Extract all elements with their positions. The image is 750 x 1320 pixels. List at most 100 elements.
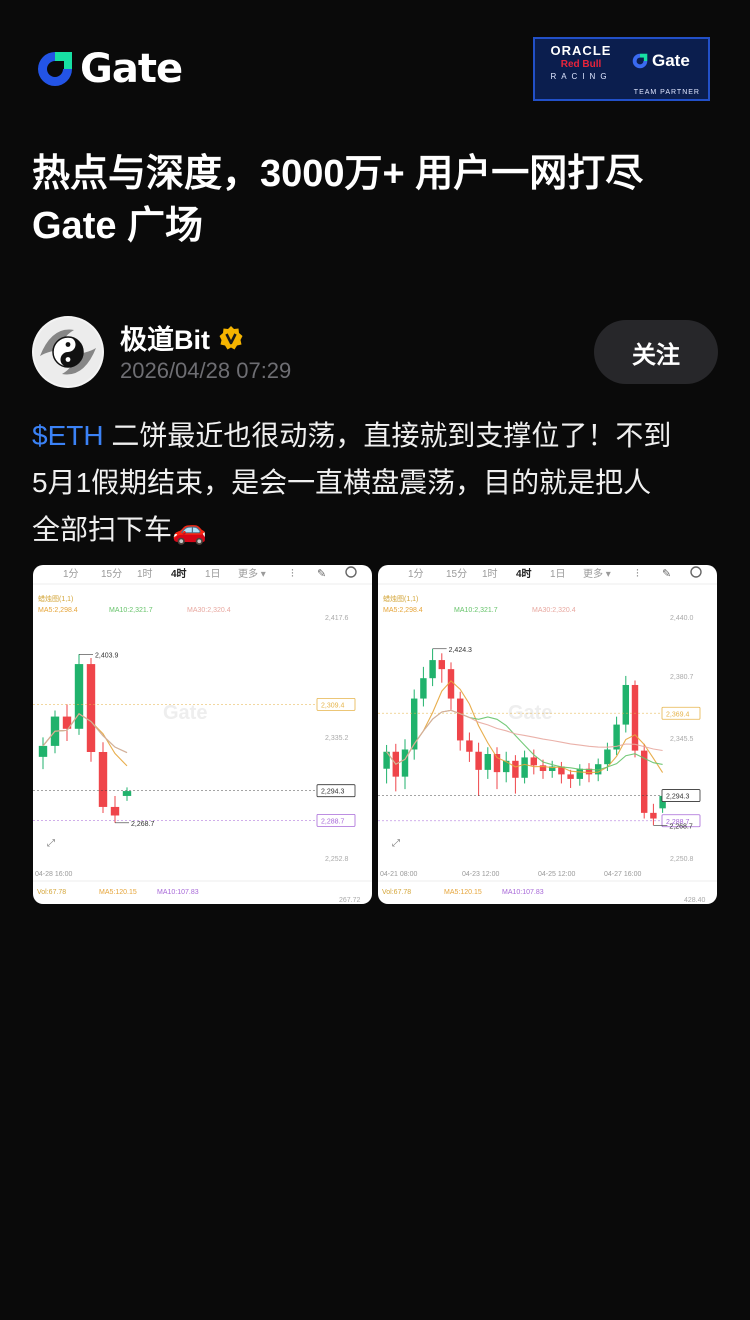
team-partner-badge: ORACLE Red Bull RACING Gate TEAM PARTNER [533, 37, 710, 101]
candle-body [38, 745, 48, 757]
post-text-line-2: 5月1假期结束，是会一直横盘震荡，目的就是把人 [32, 467, 652, 498]
candle-body [86, 664, 96, 752]
post-timestamp: 2026/04/28 07:29 [120, 358, 292, 383]
expand-icon: ⤢ [392, 838, 400, 849]
expand-icon: ⤢ [47, 838, 55, 849]
chart-tab: 15分 [101, 568, 122, 580]
chart-tab: 4时 [171, 567, 187, 580]
chart-image-2[interactable]: 1分 15分 1时 4时 1日 更多 ▾ ⫶ ✎ 蜡烛图(1,1) MA5:2,298.4 MA10… [378, 565, 717, 904]
app-header: Gate ORACLE Red Bull RACING Gate TEAM PA… [0, 0, 750, 130]
chart-tab: 更多 ▾ [583, 567, 611, 580]
gate-logo-text: Gate [80, 46, 183, 92]
low-label: 2,268.7 [669, 823, 692, 830]
car-emoji-icon: 🚗 [172, 514, 207, 545]
candle-body [604, 749, 611, 765]
candle-body [521, 757, 528, 778]
ma-label: MA30:2,320.4 [532, 607, 576, 614]
price-tag: 2,288.7 [321, 818, 344, 825]
candle-body [650, 812, 657, 819]
draw-icon: ✎ [317, 568, 326, 580]
candle-body [576, 768, 584, 779]
ma-label: MA10:2,321.7 [454, 607, 498, 614]
candle-body [475, 751, 482, 770]
x-axis-label: 04-23 12:00 [462, 871, 499, 878]
candle-body [438, 660, 446, 670]
candle-body [456, 698, 464, 741]
y-tick-label: 2,417.6 [325, 615, 348, 622]
y-tick-label: 2,440.0 [670, 615, 693, 622]
volume-max-label: 428.40 [684, 897, 706, 904]
candle-body [122, 791, 132, 796]
y-tick-label: 2,335.2 [325, 735, 348, 742]
settings-icon [690, 566, 702, 578]
candle-body [631, 684, 639, 751]
y-tick-label: 2,252.8 [325, 856, 348, 863]
headline-line-2: Gate 广场 [32, 205, 204, 247]
candle-body [512, 760, 519, 778]
x-axis-label: 04-21 08:00 [380, 871, 417, 878]
x-axis-label: 04-25 12:00 [538, 871, 575, 878]
candle-body [420, 678, 427, 699]
low-label: 2,268.7 [131, 821, 154, 828]
chart-tab: 1时 [137, 568, 153, 580]
candle-body [567, 774, 574, 779]
post-text-line-3: 全部扫下车 [32, 514, 173, 545]
x-axis-label: 04-27 16:00 [604, 871, 641, 878]
volume-label: MA10:107.83 [157, 889, 199, 896]
chart-tab: 1分 [63, 568, 79, 580]
gate-watermark: Gate [163, 702, 207, 724]
post-text-line-1: 二饼最近也很动荡，直接就到支撑位了！不到 [103, 420, 672, 451]
author-name[interactable]: 极道Bit [120, 318, 210, 357]
ma-label: MA30:2,320.4 [187, 607, 231, 614]
candle-body [410, 698, 418, 750]
post-images: 1分 15分 1时 4时 1日 更多 ▾ ⫶ ✎ 蜡烛图(1,1) MA5:2,298.4 MA10… [33, 565, 718, 904]
y-tick-label: 2,345.5 [670, 736, 693, 743]
candle-body [466, 740, 473, 752]
candle-body [429, 660, 436, 679]
price-tag: 2,294.3 [666, 794, 689, 801]
indicator-icon: ⫶ [636, 568, 639, 580]
verified-icon [219, 325, 243, 349]
indicator-label: 蜡烛图(1,1) [383, 594, 418, 603]
price-tag: 2,309.4 [321, 702, 344, 709]
post-author-row: 极道Bit 2026/04/28 07:29 关注 [32, 316, 722, 390]
oracle-text: ORACLE [550, 43, 612, 58]
settings-icon [345, 566, 357, 578]
candle-body [98, 751, 108, 807]
candle-body [530, 757, 538, 766]
badge-gate-text: Gate [652, 51, 690, 70]
volume-label: MA10:107.83 [502, 889, 544, 896]
follow-button[interactable]: 关注 [594, 320, 718, 384]
volume-label: Vol:67.78 [382, 889, 411, 896]
chart-tab: 4时 [516, 567, 532, 580]
ma-label: MA5:2,298.4 [38, 607, 78, 614]
avatar[interactable] [32, 316, 104, 388]
volume-label: Vol:67.78 [37, 889, 66, 896]
y-tick-label: 2,250.8 [670, 856, 693, 863]
volume-label: MA5:120.15 [99, 889, 137, 896]
volume-max-label: 267.72 [339, 897, 361, 904]
volume-label: MA5:120.15 [444, 889, 482, 896]
price-tag: 2,369.4 [666, 711, 689, 718]
candle-body [484, 754, 492, 770]
x-axis-label: 04-28 16:00 [35, 871, 72, 878]
candlestick-chart-2: 1分 15分 1时 4时 1日 更多 ▾ ⫶ ✎ 蜡烛图(1,1) MA5:2,298.4 MA10… [378, 566, 717, 904]
ma-label: MA10:2,321.7 [109, 607, 153, 614]
chart-image-1[interactable]: 1分 15分 1时 4时 1日 更多 ▾ ⫶ ✎ 蜡烛图(1,1) MA5:2,298.4 MA10… [33, 565, 372, 904]
eth-ticker-link[interactable]: $ETH [32, 420, 104, 451]
redbull-text: Red Bull [560, 59, 602, 70]
racing-text: RACING [550, 72, 612, 81]
draw-icon: ✎ [662, 568, 671, 580]
gate-logo-icon [38, 52, 72, 86]
ma-label: MA5:2,298.4 [383, 607, 423, 614]
headline-line-1: 热点与深度，3000万+ 用户一网打尽 [32, 153, 644, 195]
post-text: $ETH 二饼最近也很动荡，直接就到支撑位了！不到 5月1假期结束，是会一直横盘… [32, 412, 722, 553]
gate-logo[interactable]: Gate [34, 46, 183, 92]
chart-tab: 1时 [482, 568, 498, 580]
chart-tab: 15分 [446, 568, 467, 580]
high-label: 2,403.9 [95, 652, 118, 659]
candle-body [622, 684, 630, 725]
price-tag: 2,294.3 [321, 789, 344, 796]
candle-body [401, 749, 409, 777]
candle-body [74, 664, 84, 729]
